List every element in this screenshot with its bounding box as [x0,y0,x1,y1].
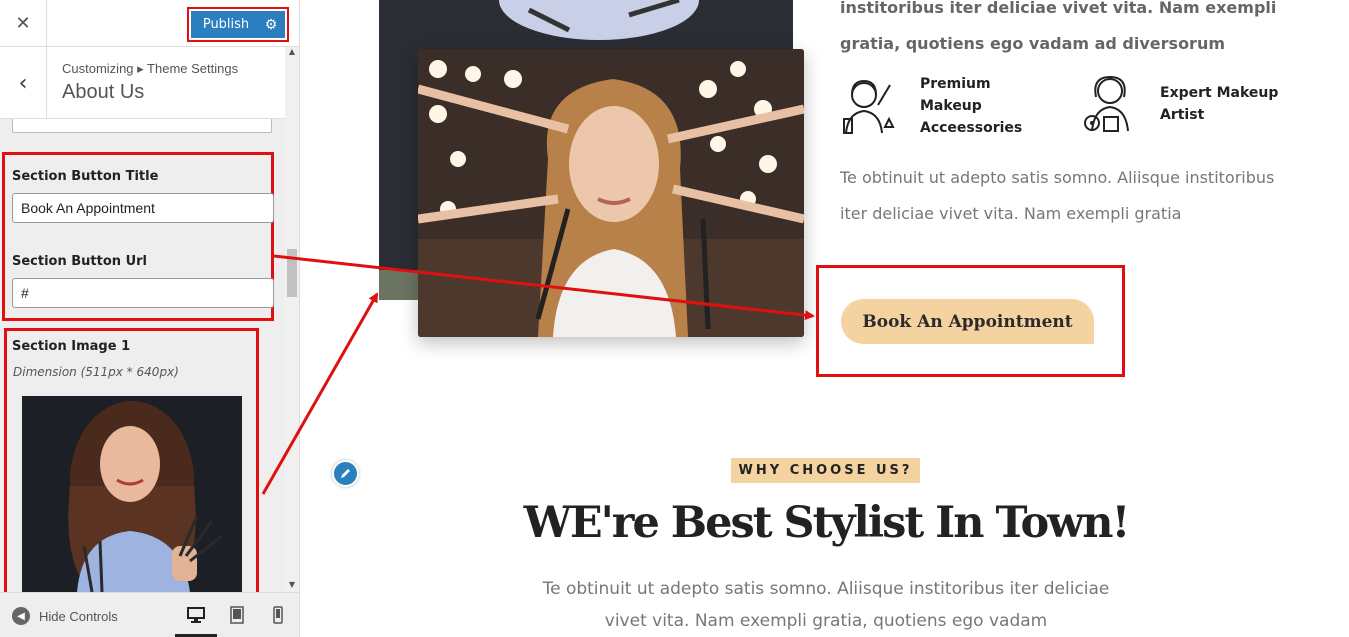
feature-item: Premium Makeup Acceessories [840,73,1030,139]
tablet-preview-icon[interactable] [227,605,247,625]
customizer-panel: ✕ Publish ⚙ ‹ Customizing ▸ Theme Settin… [0,0,300,637]
image-dimension-note: Dimension (511px * 640px) [13,365,179,379]
textarea-field[interactable] [12,119,272,133]
close-icon: ✕ [15,13,31,34]
intro-line-2: gratia, quotiens ego vadam ad diversorum [840,34,1226,53]
edit-shortcut-button[interactable] [332,460,359,487]
button-url-label: Section Button Url [12,254,147,269]
button-url-input[interactable] [12,278,274,308]
why-choose-badge: WHY CHOOSE US? [731,458,920,483]
customizer-header: ✕ Publish ⚙ [0,0,299,47]
controls-scroll-area: Section Button Title Section Button Url … [0,119,285,592]
scroll-up-icon[interactable]: ▲ [285,47,299,59]
why-title: WE're Best Stylist In Town! [523,498,1131,548]
publish-label: Publish [202,17,250,32]
section-header: ‹ Customizing ▸ Theme Settings About Us [0,47,285,119]
intro-line-1: institoribus iter deliciae vivet vita. N… [840,0,1277,17]
close-customizer-button[interactable]: ✕ [0,0,47,47]
button-title-input[interactable] [12,193,274,223]
site-preview: institoribus iter deliciae vivet vita. N… [300,0,1349,637]
back-button[interactable]: ‹ [0,47,47,119]
feature-label: Premium Makeup Acceessories [920,76,1023,136]
about-paragraph: Te obtinuit ut adepto satis somno. Aliis… [840,168,1275,223]
makeup-artist-icon [1084,75,1129,132]
desktop-preview-icon[interactable] [186,605,206,625]
chevron-left-icon: ‹ [18,70,28,96]
breadcrumb: Customizing ▸ Theme Settings [62,61,239,76]
button-title-label: Section Button Title [12,169,159,184]
hide-controls-label: Hide Controls [39,608,118,624]
image-label: Section Image 1 [12,339,131,354]
publish-button[interactable]: Publish ⚙ [191,11,285,38]
section-image-thumbnail[interactable] [22,396,242,592]
publish-highlight: Publish ⚙ [187,7,289,42]
scroll-down-icon[interactable]: ▼ [285,580,299,592]
mobile-preview-icon[interactable] [268,605,288,625]
why-paragraph: Te obtinuit ut adepto satis somno. Aliis… [542,579,1110,631]
intro-text: institoribus iter deliciae vivet vita. N… [840,0,1300,62]
collapse-arrow-icon: ◀ [12,607,30,625]
gear-icon[interactable]: ⚙ [257,17,285,33]
section-title: About Us [62,81,145,103]
pencil-icon [341,469,350,478]
makeup-accessories-icon [843,79,895,134]
panel-scrollbar[interactable]: ▲ ▼ [285,47,299,592]
book-appointment-button[interactable]: Book An Appointment [841,299,1094,344]
about-image-front [418,49,804,337]
feature-label: Expert Makeup Artist [1160,85,1279,123]
hide-controls-button[interactable]: ◀ Hide Controls [12,607,118,625]
customizer-footer: ◀ Hide Controls [0,592,299,637]
scrollbar-thumb[interactable] [287,249,297,297]
feature-item: Expert Makeup Artist [1080,73,1280,135]
